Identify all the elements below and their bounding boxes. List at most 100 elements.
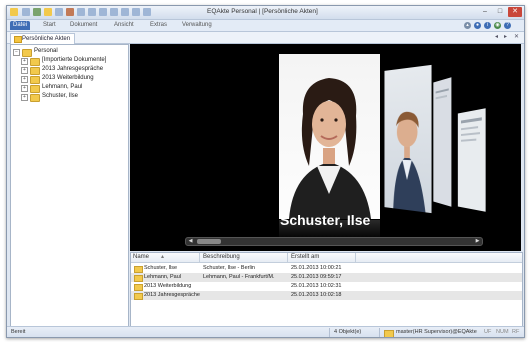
app-icon[interactable]: [10, 8, 18, 16]
expand-icon[interactable]: +: [21, 85, 28, 92]
tab-datei[interactable]: Datei: [10, 21, 31, 30]
expand-icon[interactable]: +: [21, 67, 28, 74]
column-header-description[interactable]: Beschreibung: [201, 253, 288, 262]
tab-dokument[interactable]: Dokument: [67, 21, 100, 30]
delete-icon[interactable]: [66, 8, 74, 16]
title-bar: EQAkte Personal | [Persönliche Akten] – …: [7, 6, 524, 20]
document-thumbnail: [435, 88, 449, 100]
cell-name: 2013 Jahresgespräche: [144, 292, 200, 298]
next-tab-button[interactable]: ▸: [504, 33, 507, 40]
settings-icon[interactable]: ●: [474, 22, 481, 29]
status-divider: [379, 328, 380, 337]
object-count: 4 Objekt(e): [334, 329, 362, 335]
list-icon[interactable]: [121, 8, 129, 16]
expand-icon[interactable]: +: [21, 58, 28, 65]
document-tab-bar: Persönliche Akten ◂ ▸ ✕: [7, 32, 524, 44]
sort-icon: ▴: [161, 254, 165, 260]
help-icon[interactable]: [143, 8, 151, 16]
current-user: master(HR Supervisor)@EQAkte: [396, 329, 477, 335]
cell-name: Schuster, Ilse: [144, 265, 178, 271]
minimize-button[interactable]: –: [478, 7, 492, 17]
close-button[interactable]: ✕: [508, 7, 522, 17]
folder-icon: [134, 293, 143, 300]
cell-created: 25.01.2013 10:02:31: [291, 283, 342, 289]
scan-icon[interactable]: [132, 8, 140, 16]
coverflow-scrollbar[interactable]: ◀ ▶: [185, 237, 483, 246]
help-circle-icon[interactable]: ?: [504, 22, 511, 29]
cell-description: Schuster, Ilse - Berlin: [203, 265, 255, 271]
scroll-left-icon[interactable]: ◀: [186, 238, 195, 245]
document-card[interactable]: [433, 77, 452, 207]
person-photo-card[interactable]: [384, 64, 432, 214]
status-text: Bereit: [11, 329, 26, 335]
folder-icon: [30, 94, 40, 102]
refresh-icon[interactable]: [33, 8, 41, 16]
previous-tab-button[interactable]: ◂: [495, 33, 498, 40]
tree-label: Lehmann, Paul: [42, 84, 83, 90]
rf-indicator: RF: [512, 329, 520, 335]
info-icon[interactable]: i: [484, 22, 491, 29]
redo-icon[interactable]: [99, 8, 107, 16]
close-tab-button[interactable]: ✕: [514, 33, 519, 40]
status-bar: Bereit 4 Objekt(e) master(HR Supervisor)…: [7, 326, 524, 337]
person-photo-card[interactable]: [279, 54, 380, 219]
document-card[interactable]: [457, 108, 486, 212]
tab-start[interactable]: Start: [40, 21, 59, 30]
tab-persoenliche-akten[interactable]: Persönliche Akten: [10, 33, 76, 44]
status-divider: [329, 328, 330, 337]
cell-description: [203, 291, 287, 300]
scroll-right-icon[interactable]: ▶: [473, 238, 482, 245]
tree-label: 2013 Jahresgespräche: [42, 66, 104, 72]
num-indicator: NUM: [496, 329, 509, 335]
cell-created: 25.01.2013 10:02:18: [291, 292, 342, 298]
user-icon: [384, 330, 394, 337]
tree-label: Personal: [34, 48, 58, 54]
table-row[interactable]: Lehmann, Paul Lehmann, Paul - Frankfurt/…: [131, 273, 522, 282]
cell-description: [203, 282, 287, 291]
uf-indicator: UF: [484, 329, 492, 335]
scrollbar-thumb[interactable]: [197, 239, 221, 244]
person-photo-icon: [393, 111, 426, 213]
cell-description: Lehmann, Paul - Frankfurt/M.: [203, 274, 275, 280]
tab-extras[interactable]: Extras: [147, 21, 170, 30]
print-icon[interactable]: [55, 8, 63, 16]
cell-created: 25.01.2013 10:00:21: [291, 265, 342, 271]
document-thumbnail: [461, 117, 482, 142]
folder-icon: [134, 266, 143, 273]
folder-icon: [14, 36, 22, 43]
collapse-icon[interactable]: −: [13, 49, 20, 56]
table-header: Name ▴ Beschreibung Erstellt am: [131, 253, 522, 263]
cell-created: 25.01.2013 09:59:17: [291, 274, 342, 280]
tab-ansicht[interactable]: Ansicht: [111, 21, 137, 30]
tree-label: [Importierte Dokumente]: [42, 57, 107, 63]
person-photo-icon: [289, 78, 371, 219]
cell-name: 2013 Weiterbildung: [144, 283, 192, 289]
window-title: EQAkte Personal | [Persönliche Akten]: [207, 8, 318, 15]
chevron-up-icon[interactable]: ▴: [464, 22, 471, 29]
expand-icon[interactable]: +: [21, 94, 28, 101]
cell-name: Lehmann, Paul: [144, 274, 181, 280]
save-icon[interactable]: [22, 8, 30, 16]
column-header-created[interactable]: Erstellt am: [289, 253, 356, 262]
undo-icon[interactable]: [88, 8, 96, 16]
mail-icon[interactable]: [110, 8, 118, 16]
folder-icon: [30, 67, 40, 75]
table-row[interactable]: 2013 Weiterbildung 25.01.2013 10:02:31: [131, 282, 522, 291]
table-row[interactable]: 2013 Jahresgespräche 25.01.2013 10:02:18: [131, 291, 522, 300]
folder-icon[interactable]: [44, 8, 52, 16]
copy-icon[interactable]: [77, 8, 85, 16]
folder-tree: − Personal + [Importierte Dokumente] + 2…: [10, 44, 129, 327]
ribbon-tabs: Datei Start Dokument Ansicht Extras Verw…: [7, 20, 524, 32]
folder-icon: [134, 275, 143, 282]
column-header-name[interactable]: Name ▴: [131, 253, 200, 262]
maximize-button[interactable]: □: [493, 7, 507, 17]
folder-icon: [30, 58, 40, 66]
table-row[interactable]: Schuster, Ilse Schuster, Ilse - Berlin 2…: [131, 264, 522, 273]
tab-verwaltung[interactable]: Verwaltung: [179, 21, 215, 30]
expand-icon[interactable]: +: [21, 76, 28, 83]
folder-icon: [30, 85, 40, 93]
folder-icon: [134, 284, 143, 291]
application-window: EQAkte Personal | [Persönliche Akten] – …: [6, 5, 525, 338]
tree-label: Schuster, Ilse: [42, 93, 79, 99]
globe-icon[interactable]: ◉: [494, 22, 501, 29]
